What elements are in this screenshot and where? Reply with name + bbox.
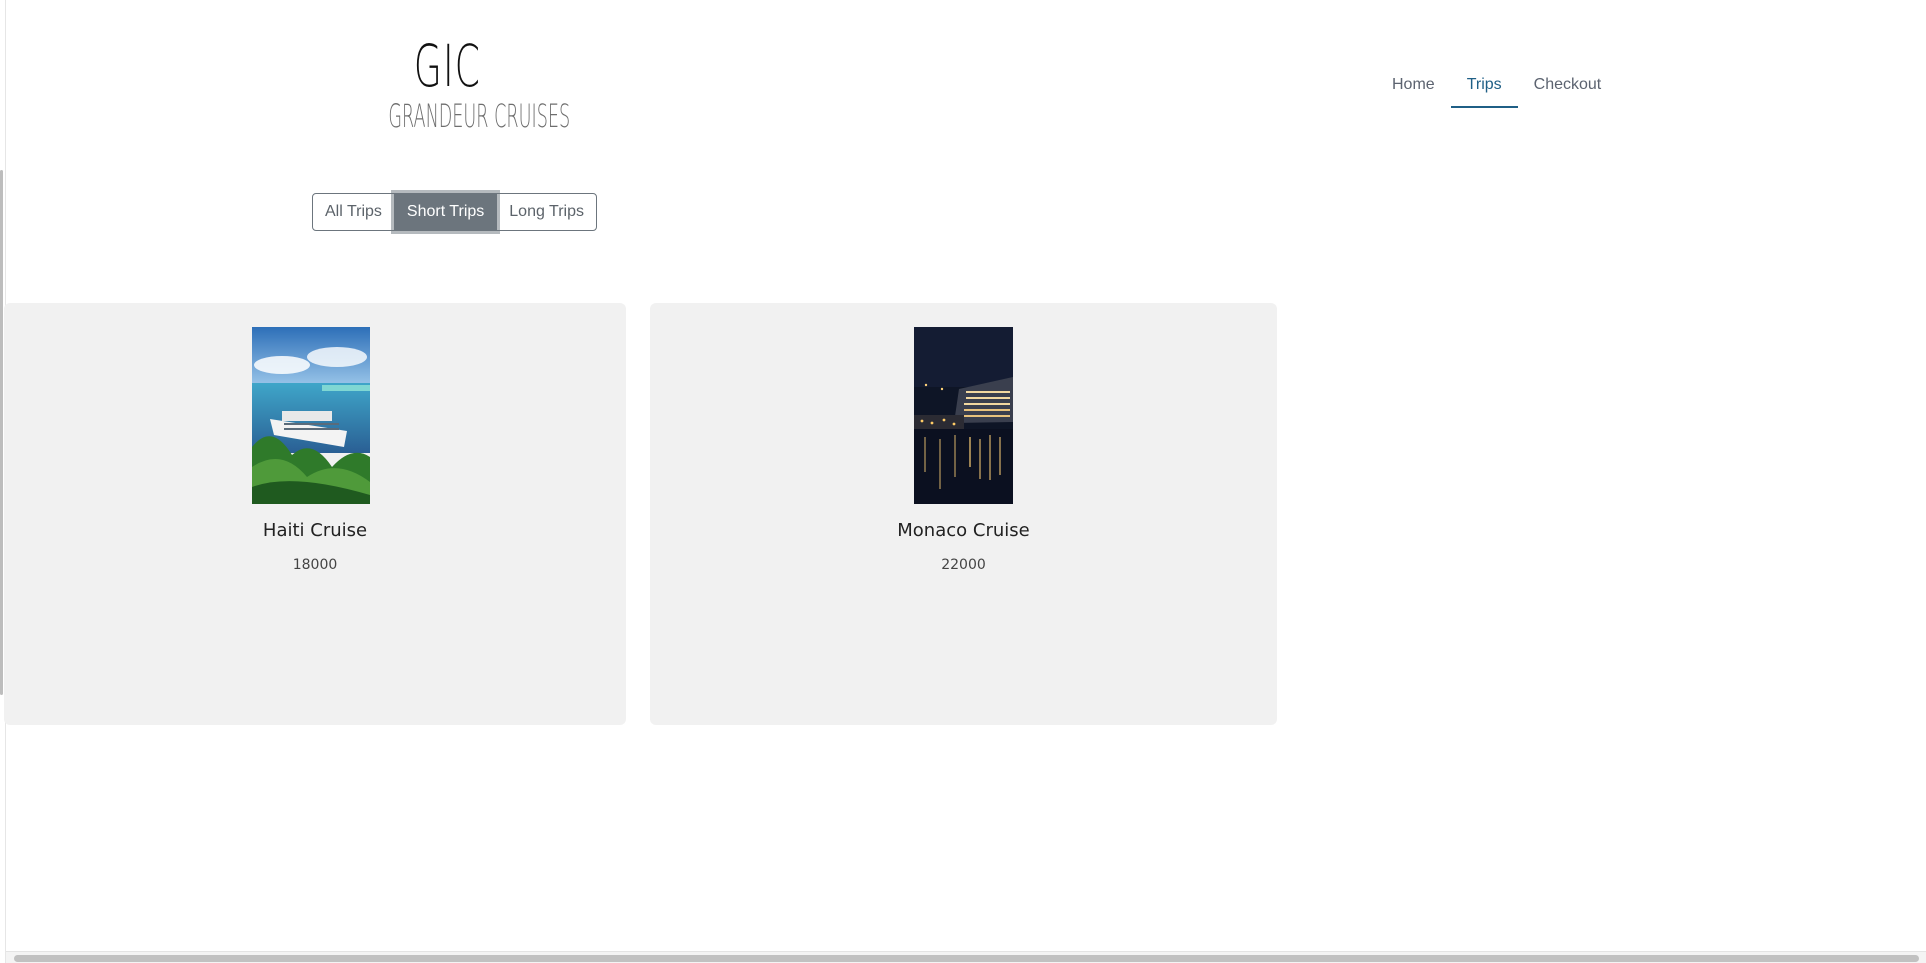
trip-card-monaco[interactable]: Monaco Cruise 22000 <box>650 303 1277 725</box>
logo-mark: GIC <box>413 32 482 100</box>
short-trips-button[interactable]: Short Trips <box>393 193 498 231</box>
trip-title: Haiti Cruise <box>262 520 368 541</box>
haiti-cruise-image <box>252 327 370 504</box>
monaco-cruise-image <box>914 327 1013 504</box>
trip-price: 18000 <box>292 557 338 573</box>
main-nav: Home Trips Checkout <box>1376 72 1617 108</box>
nav-link-trips[interactable]: Trips <box>1450 72 1518 108</box>
horizontal-scrollbar[interactable] <box>6 951 1926 963</box>
long-trips-button[interactable]: Long Trips <box>496 193 597 231</box>
trip-card-haiti[interactable]: Haiti Cruise 18000 <box>4 303 626 725</box>
horizontal-scrollbar-thumb[interactable] <box>14 955 1919 962</box>
logo[interactable]: GIC GRANDEUR CRUISES <box>340 32 571 135</box>
logo-name: GRANDEUR CRUISES <box>388 97 571 135</box>
nav-link-checkout[interactable]: Checkout <box>1518 72 1618 108</box>
trip-title: Monaco Cruise <box>897 520 1030 541</box>
trip-filter-group: All Trips Short Trips Long Trips <box>312 193 597 231</box>
nav-link-home[interactable]: Home <box>1376 72 1451 108</box>
vertical-scrollbar-thumb[interactable] <box>0 170 3 695</box>
all-trips-button[interactable]: All Trips <box>312 193 395 231</box>
trip-price: 22000 <box>941 557 986 573</box>
